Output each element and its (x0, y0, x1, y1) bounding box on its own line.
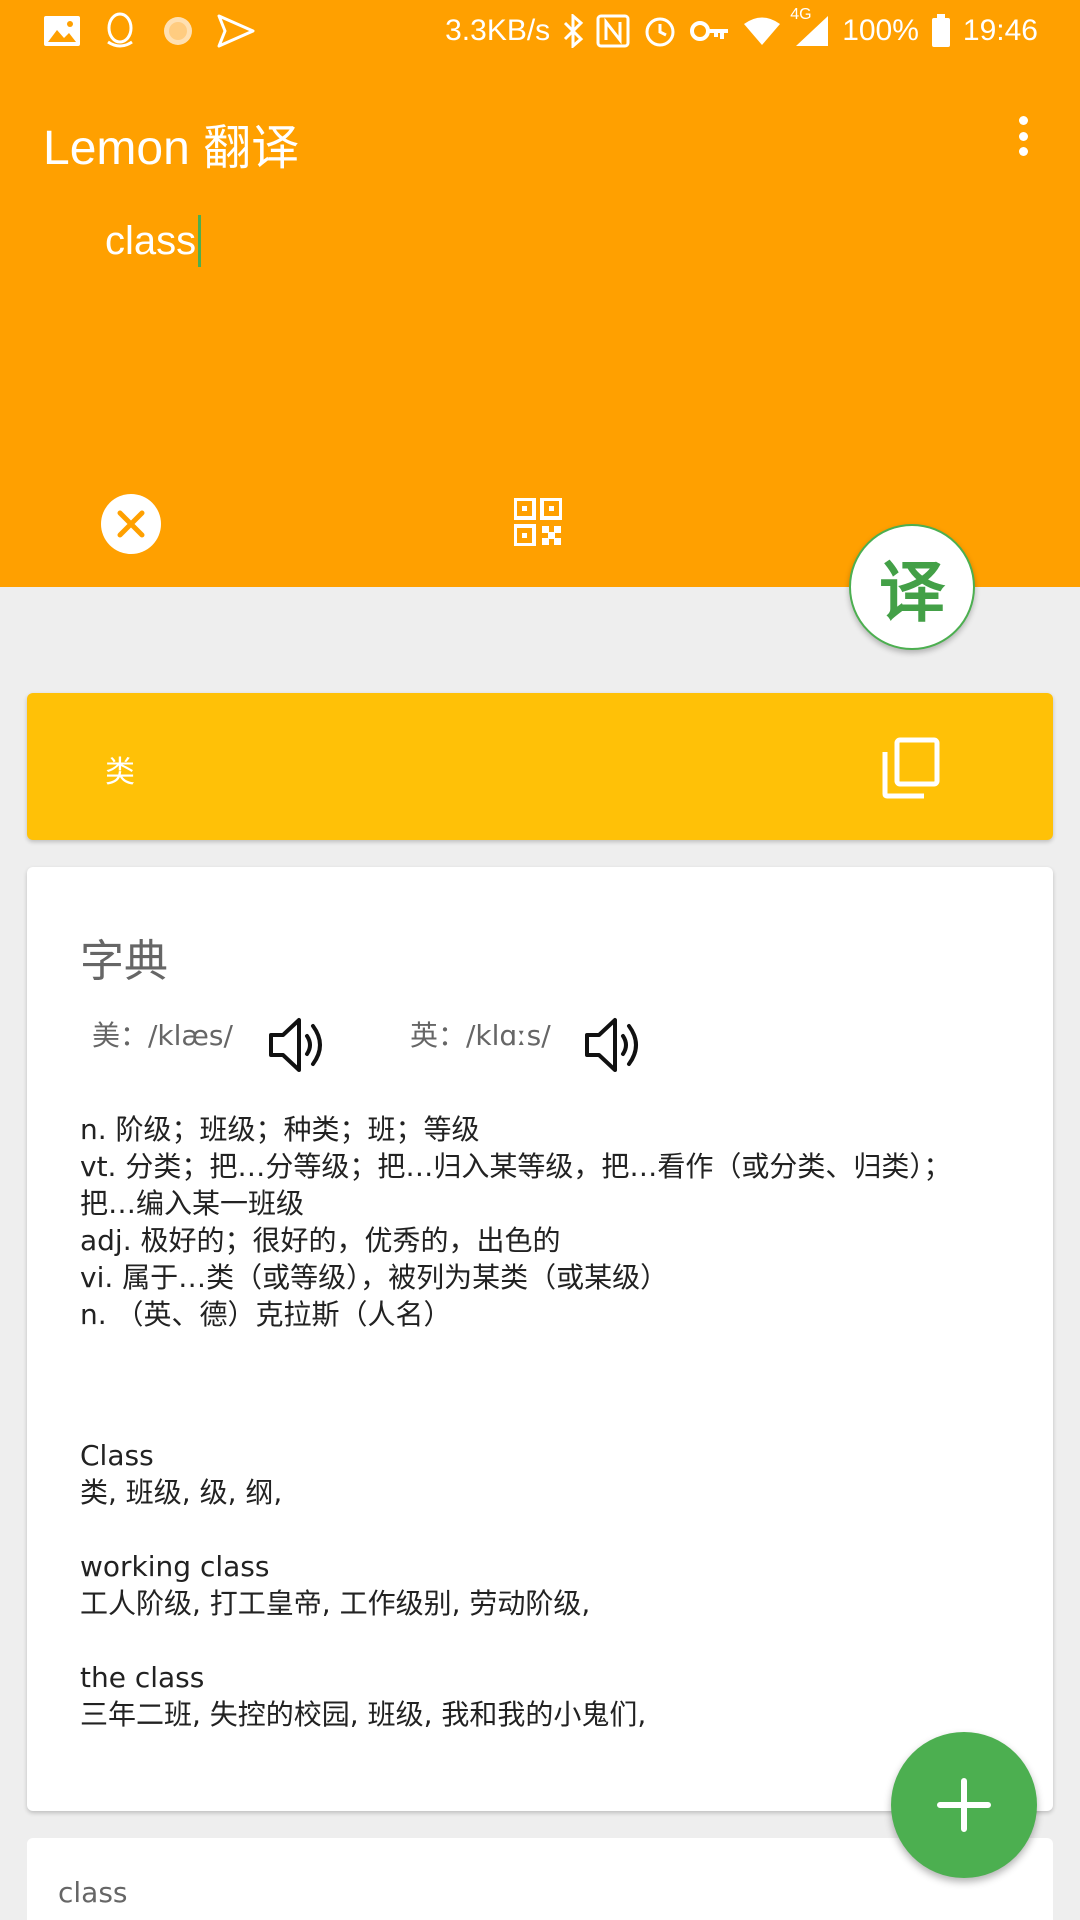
phrase-term: Class (80, 1439, 154, 1472)
bluetooth-icon (562, 14, 584, 48)
wifi-icon (742, 15, 782, 47)
us-phonetic: 美：/klæs/ (92, 1019, 233, 1052)
translation-result: 类 (105, 755, 135, 790)
app-header: 3.3KB/s 4G 100% 19:46 Lemon 翻译 class (0, 0, 1080, 587)
system-status: 3.3KB/s 4G 100% 19:46 (445, 6, 1038, 50)
phrase-item: Class 类, 班级, 级, 纲, (80, 1437, 1000, 1511)
uk-phonetic: 英：/klɑːs/ (410, 1019, 551, 1052)
definition-line: n. 阶级；班级；种类；班；等级 (80, 1113, 480, 1146)
us-pronounce-button[interactable] (267, 1014, 335, 1076)
clock: 19:46 (962, 14, 1038, 47)
phrase-term: working class (80, 1550, 270, 1583)
phrase-term: the class (80, 1661, 205, 1694)
qr-code-button[interactable] (513, 497, 563, 547)
nfc-icon (596, 14, 630, 48)
dictionary-title: 字典 (80, 936, 168, 987)
qq-icon (100, 12, 140, 50)
copy-icon (882, 737, 940, 799)
qr-code-icon (513, 497, 563, 547)
history-word: class (58, 1876, 128, 1909)
send-icon (216, 12, 256, 50)
speaker-icon (585, 1018, 638, 1072)
clear-icon (117, 510, 145, 538)
text-cursor (198, 215, 202, 267)
definition-line: n. （英、德）克拉斯（人名） (80, 1298, 452, 1331)
translate-button[interactable]: 译 (849, 524, 975, 650)
dictionary-card: 字典 美：/klæs/ 英：/klɑːs/ n. 阶级；班级；种类；班；等级 v… (27, 867, 1053, 1811)
phrase-item: the class 三年二班, 失控的校园, 班级, 我和我的小鬼们, (80, 1659, 1000, 1733)
definition-line: vt. 分类；把…分等级；把…归入某等级，把…看作（或分类、归类）；把…编入某一… (80, 1150, 952, 1220)
more-vert-icon[interactable] (1000, 110, 1046, 162)
speaker-icon (269, 1018, 322, 1072)
translation-result-card: 类 (27, 693, 1053, 840)
net-speed: 3.3KB/s (445, 14, 551, 47)
history-card[interactable]: class (27, 1838, 1053, 1920)
definition-line: adj. 极好的；很好的，优秀的，出色的 (80, 1224, 561, 1257)
definitions: n. 阶级；班级；种类；班；等级 vt. 分类；把…分等级；把…归入某等级，把…… (80, 1111, 1000, 1333)
battery-icon (931, 14, 951, 48)
clear-button[interactable] (101, 494, 161, 554)
app-title: Lemon 翻译 (43, 122, 300, 175)
status-bar: 3.3KB/s 4G 100% 19:46 (0, 0, 1080, 62)
alarm-icon (642, 13, 678, 49)
phrase-list: Class 类, 班级, 级, 纲, working class 工人阶级, 打… (80, 1437, 1000, 1770)
battery-level: 100% (842, 14, 919, 47)
gallery-icon (42, 12, 82, 50)
add-button[interactable] (891, 1732, 1037, 1878)
copy-button[interactable] (880, 737, 940, 799)
signal-icon: 4G (790, 6, 830, 48)
vpn-key-icon (690, 18, 730, 44)
phrase-meaning: 类, 班级, 级, 纲, (80, 1476, 283, 1509)
notification-icons (42, 12, 256, 50)
plus-icon (937, 1778, 991, 1832)
phrase-meaning: 工人阶级, 打工皇帝, 工作级别, 劳动阶级, (80, 1587, 591, 1620)
input-value[interactable]: class (105, 219, 196, 264)
phrase-item: working class 工人阶级, 打工皇帝, 工作级别, 劳动阶级, (80, 1548, 1000, 1622)
definition-line: vi. 属于…类（或等级），被列为某类（或某级） (80, 1261, 669, 1294)
phrase-meaning: 三年二班, 失控的校园, 班级, 我和我的小鬼们, (80, 1698, 647, 1731)
sun-icon (158, 12, 198, 50)
translate-input[interactable]: class (105, 215, 202, 267)
network-type: 4G (790, 6, 812, 23)
uk-pronounce-button[interactable] (583, 1014, 651, 1076)
